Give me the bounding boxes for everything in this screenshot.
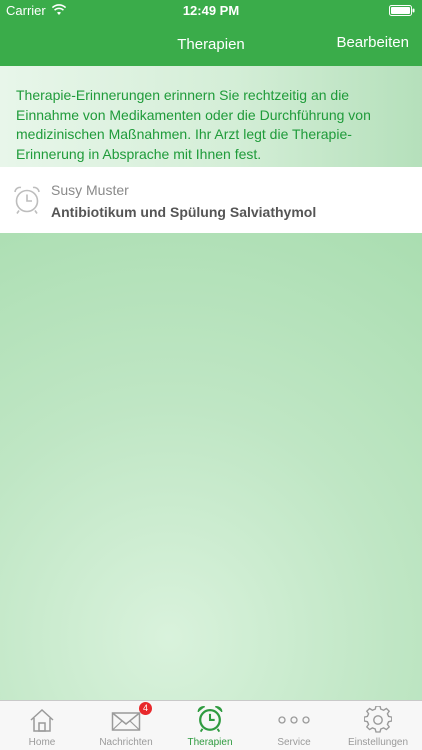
unread-badge: 4 xyxy=(139,702,152,715)
edit-button[interactable]: Bearbeiten xyxy=(336,34,409,51)
tab-bar: Home 4 Nachrichten Therapien Service Ein… xyxy=(0,700,422,750)
tab-einstellungen-label: Einstellungen xyxy=(347,737,409,748)
dots-icon xyxy=(278,716,310,724)
patient-name: Susy Muster xyxy=(51,182,129,198)
tab-einstellungen[interactable]: Einstellungen xyxy=(336,701,420,750)
navigation-bar: Therapien Bearbeiten xyxy=(0,22,422,66)
status-bar: Carrier 12:49 PM xyxy=(0,0,422,22)
tab-service-label: Service xyxy=(277,737,311,748)
battery-icon xyxy=(389,5,415,16)
envelope-icon xyxy=(111,712,141,731)
gear-icon xyxy=(364,706,392,733)
home-icon xyxy=(30,708,54,732)
status-time: 12:49 PM xyxy=(182,3,240,18)
tab-service[interactable]: Service xyxy=(252,701,336,750)
tab-nachrichten[interactable]: 4 Nachrichten xyxy=(84,701,168,750)
therapy-title: Antibiotikum und Spülung Salviathymol xyxy=(51,204,317,220)
tab-nachrichten-label: Nachrichten xyxy=(99,737,153,748)
alarm-clock-icon xyxy=(14,186,40,214)
alarm-clock-icon xyxy=(197,705,223,733)
list-item[interactable]: Susy Muster Antibiotikum und Spülung Sal… xyxy=(0,167,422,233)
tab-home-label: Home xyxy=(28,737,56,748)
tab-home[interactable]: Home xyxy=(0,701,84,750)
tab-therapien-label: Therapien xyxy=(187,737,233,748)
info-text: Therapie-Erinnerungen erinnern Sie recht… xyxy=(16,87,371,162)
tab-therapien[interactable]: Therapien xyxy=(168,701,252,750)
info-panel: Therapie-Erinnerungen erinnern Sie recht… xyxy=(0,66,422,167)
top-bar: Carrier 12:49 PM Therapien Bearbeiten xyxy=(0,0,422,66)
